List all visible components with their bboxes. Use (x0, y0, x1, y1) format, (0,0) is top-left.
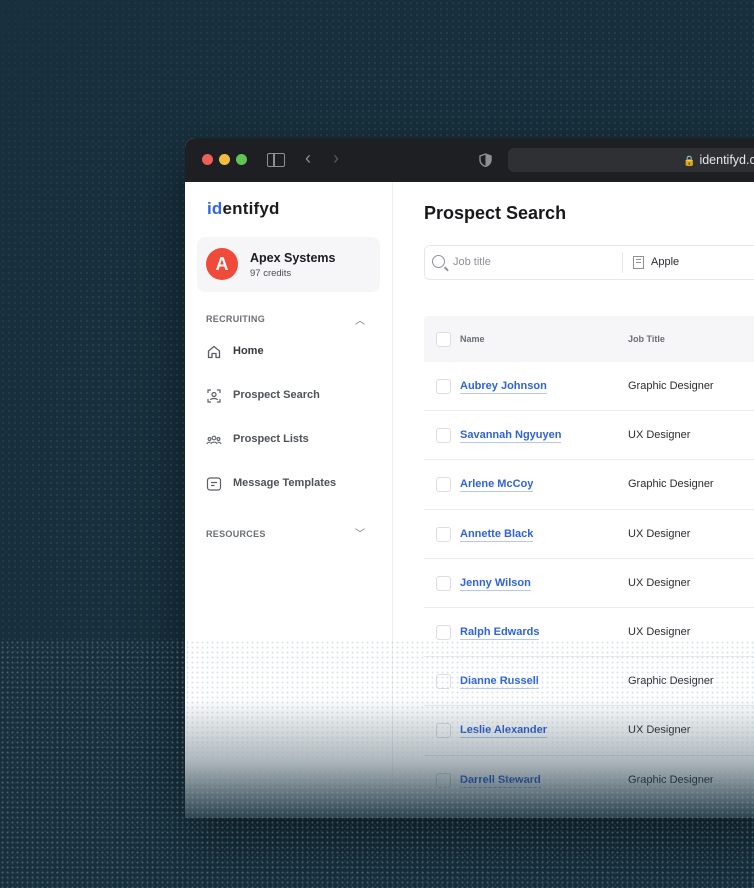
sidebar-toggle-icon[interactable] (267, 153, 285, 167)
row-checkbox[interactable] (436, 477, 451, 493)
close-window-button[interactable] (202, 154, 213, 165)
scan-user-icon (207, 389, 221, 403)
shield-icon[interactable] (479, 153, 492, 167)
prospect-job-title: Graphic Designer (628, 675, 714, 688)
prospect-job-title: Graphic Designer (628, 478, 714, 491)
section-recruiting[interactable]: RECRUITING (206, 314, 265, 324)
sidebar-item-label: Home (233, 345, 264, 357)
select-all-checkbox[interactable] (436, 332, 451, 347)
table-body: Aubrey Johnson Graphic Designer Savannah N… (424, 362, 754, 805)
table-row[interactable]: Ralph Edwards UX Designer (424, 608, 754, 658)
row-checkbox[interactable] (436, 575, 451, 591)
table-row[interactable]: Aubrey Johnson Graphic Designer (424, 362, 754, 412)
page-title: Prospect Search (424, 203, 567, 223)
section-resources[interactable]: RESOURCES (206, 529, 266, 539)
building-icon (633, 256, 644, 269)
address-url: identifyd.co (699, 153, 754, 167)
table-row[interactable]: Arlene McCoy Graphic Designer (424, 460, 754, 510)
table-header: Name Job Title (424, 316, 754, 362)
column-header-name[interactable]: Name (460, 334, 485, 344)
filter-divider (622, 252, 623, 273)
chevron-up-icon[interactable]: ︿ (355, 312, 365, 327)
app-body: identifyd A Apex Systems 97 credits RECR… (185, 182, 754, 818)
main-content: Prospect Search Apple Name Job Title Aub… (393, 182, 754, 818)
prospect-name-link[interactable]: Dianne Russell (460, 675, 539, 690)
app-logo[interactable]: identifyd (207, 199, 280, 219)
address-bar[interactable]: 🔒identifyd.co (508, 148, 754, 172)
prospect-name-link[interactable]: Aubrey Johnson (460, 380, 547, 394)
row-checkbox[interactable] (436, 723, 451, 739)
prospect-name-link[interactable]: Arlene McCoy (460, 478, 534, 493)
row-checkbox[interactable] (436, 526, 451, 542)
lock-icon: 🔒 (683, 156, 696, 167)
account-name: Apex Systems (250, 251, 336, 265)
browser-window: ‹ › 🔒identifyd.co identifyd A Apex Syste… (185, 138, 754, 818)
chevron-down-icon[interactable]: ﹀ (355, 525, 365, 540)
forward-arrow-icon[interactable]: › (333, 149, 339, 167)
prospect-job-title: UX Designer (628, 527, 691, 540)
prospect-job-title: Graphic Designer (628, 380, 714, 392)
row-checkbox[interactable] (436, 772, 451, 788)
prospect-name-link[interactable]: Darrell Steward (460, 774, 541, 788)
prospect-name-link[interactable]: Savannah Ngyuyen (460, 429, 562, 444)
maximize-window-button[interactable] (236, 154, 247, 165)
table-row[interactable]: Savannah Ngyuyen UX Designer (424, 411, 754, 461)
row-checkbox[interactable] (436, 428, 451, 444)
table-row[interactable]: Leslie Alexander UX Designer (424, 706, 754, 756)
prospect-job-title: UX Designer (628, 576, 691, 589)
job-title-input[interactable] (451, 255, 615, 269)
prospect-name-link[interactable]: Ralph Edwards (460, 626, 540, 640)
search-icon (432, 255, 445, 268)
message-icon (206, 477, 222, 491)
account-credits: 97 credits (250, 268, 292, 279)
logo-text: entifyd (222, 199, 280, 218)
sidebar: identifyd A Apex Systems 97 credits RECR… (185, 182, 393, 818)
row-checkbox[interactable] (436, 674, 451, 690)
filter-bar: Apple (424, 245, 754, 280)
sidebar-item-prospect-search[interactable]: Prospect Search (206, 387, 376, 407)
sidebar-item-message-templates[interactable]: Message Templates (206, 475, 376, 495)
sidebar-item-label: Prospect Search (233, 389, 320, 401)
sidebar-item-home[interactable]: Home (206, 343, 376, 363)
column-header-job-title[interactable]: Job Title (628, 334, 665, 344)
prospect-job-title: UX Designer (628, 724, 691, 737)
table-row[interactable]: Dianne Russell Graphic Designer (424, 657, 754, 707)
account-avatar: A (206, 248, 238, 280)
sidebar-item-label: Prospect Lists (233, 433, 309, 445)
prospects-table: Name Job Title Aubrey Johnson Graphic Des… (424, 316, 754, 805)
sidebar-item-prospect-lists[interactable]: Prospect Lists (206, 431, 376, 451)
row-checkbox[interactable] (436, 624, 451, 640)
company-filter[interactable]: Apple (651, 256, 679, 268)
home-icon (207, 345, 221, 359)
logo-accent: id (207, 199, 223, 218)
account-switcher[interactable]: A Apex Systems 97 credits (197, 237, 380, 292)
prospect-job-title: UX Designer (628, 625, 691, 638)
browser-titlebar: ‹ › 🔒identifyd.co (185, 138, 754, 182)
minimize-window-button[interactable] (219, 154, 230, 165)
sidebar-item-label: Message Templates (233, 477, 337, 489)
table-row[interactable]: Darrell Steward Graphic Designer (424, 756, 754, 805)
prospect-job-title: UX Designer (628, 429, 691, 442)
prospect-name-link[interactable]: Annette Black (460, 528, 534, 542)
row-checkbox[interactable] (436, 379, 451, 394)
back-arrow-icon[interactable]: ‹ (305, 149, 311, 167)
table-row[interactable]: Annette Black UX Designer (424, 510, 754, 559)
prospect-job-title: Graphic Designer (628, 773, 714, 786)
prospect-name-link[interactable]: Leslie Alexander (460, 724, 548, 739)
users-icon (206, 435, 222, 445)
table-row[interactable]: Jenny Wilson UX Designer (424, 559, 754, 608)
prospect-name-link[interactable]: Jenny Wilson (460, 577, 531, 591)
